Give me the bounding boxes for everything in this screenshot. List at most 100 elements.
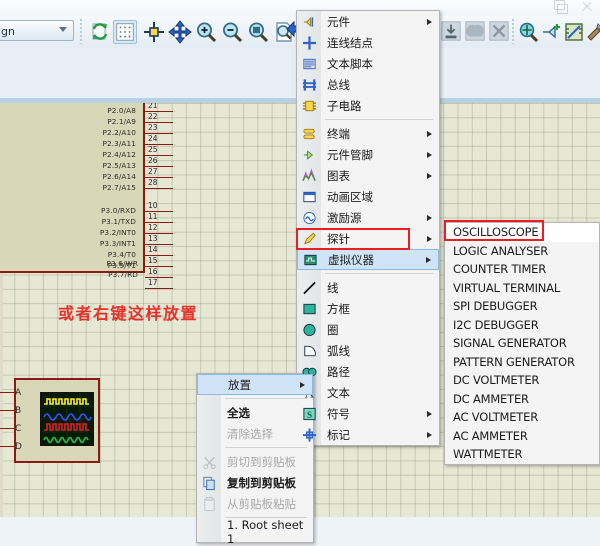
zoom-area-icon[interactable]	[246, 20, 270, 44]
menu-item-label: 激励源	[327, 210, 362, 225]
menu-item-label: PATTERN GENERATOR	[453, 354, 575, 369]
menu-item-label: 复制到剪贴板	[227, 475, 296, 490]
virtual-instrument-item-9[interactable]: DC AMMETER	[445, 390, 599, 409]
place-menu-item-13[interactable]: 方框	[297, 298, 439, 319]
context-menu-item-4[interactable]: 复制到剪贴板	[197, 472, 313, 493]
place-menu-item-2[interactable]: 文本脚本	[297, 53, 439, 74]
menu-item-label: 文本	[327, 385, 350, 400]
menu-item-label: 从剪贴板粘贴	[227, 496, 296, 511]
zoom-out-icon[interactable]	[220, 20, 244, 44]
place-menu-item-18[interactable]: S 符号	[297, 403, 439, 424]
design-selector[interactable]: se Design	[0, 20, 74, 41]
virtual-instrument-item-4[interactable]: SPI DEBUGGER	[445, 297, 599, 316]
submenu-arrow-icon	[427, 151, 432, 158]
pin-number: 12	[148, 223, 158, 232]
virtual-instrument-item-7[interactable]: PATTERN GENERATOR	[445, 353, 599, 372]
virtual-instrument-item-10[interactable]: AC VOLTMETER	[445, 408, 599, 427]
submenu-arrow-icon	[427, 172, 432, 179]
component-icon	[301, 13, 318, 30]
tools-icon[interactable]	[584, 20, 600, 44]
design-selector-value: se Design	[0, 25, 15, 38]
place-menu-item-11[interactable]: 虚拟仪器	[297, 249, 439, 270]
place-menu-item-12[interactable]: 线	[297, 277, 439, 298]
inspect-icon[interactable]	[516, 20, 540, 44]
virtual-instrument-item-8[interactable]: DC VOLTMETER	[445, 371, 599, 390]
pin-number: 28	[148, 178, 158, 187]
virtual-instrument-item-12[interactable]: WATTMETER	[445, 445, 599, 464]
pin-number: 26	[148, 156, 158, 165]
menu-icon	[201, 523, 218, 540]
virtual-instrument-item-3[interactable]: VIRTUAL TERMINAL	[445, 279, 599, 298]
submenu-arrow-icon	[427, 235, 432, 242]
menu-item-label: 方框	[327, 301, 350, 316]
restore-button[interactable]	[554, 0, 568, 14]
place-menu-item-16[interactable]: 路径	[297, 361, 439, 382]
pan-icon[interactable]	[168, 20, 192, 44]
toolbar-separator	[512, 19, 514, 44]
pin-number: 23	[148, 123, 158, 132]
highlight-box-oscilloscope	[444, 220, 544, 241]
chip-overflow-labels: P3.6/WR P3.7/RD	[0, 103, 145, 308]
place-menu-item-15[interactable]: 弧线	[297, 340, 439, 361]
context-menu-item-6[interactable]: 1. Root sheet 1	[197, 518, 313, 546]
chevron-down-icon	[59, 27, 67, 32]
place-menu-item-6[interactable]: 元件管脚	[297, 144, 439, 165]
menu-separator	[225, 447, 307, 448]
place-menu-item-3[interactable]: 总线	[297, 74, 439, 95]
context-menu-item-2: 清除选择	[197, 423, 313, 444]
chip-right-label: P3.6/WR	[106, 259, 138, 268]
menu-item-label: DC VOLTMETER	[453, 373, 540, 388]
virtual-instrument-item-5[interactable]: I2C DEBUGGER	[445, 316, 599, 335]
place-menu-item-17[interactable]: A文本	[297, 382, 439, 403]
grid-toggle-icon[interactable]	[113, 20, 137, 44]
context-menu-item-0[interactable]: 放置	[197, 374, 313, 395]
close-button[interactable]	[580, 0, 594, 13]
menu-item-label: SIGNAL GENERATOR	[453, 336, 567, 351]
highlight-box-virtual-instruments	[296, 228, 410, 250]
origin-icon[interactable]	[142, 20, 166, 44]
scissors-icon	[201, 453, 218, 470]
menu-item-label: 元件	[327, 14, 350, 29]
context-menu-item-1[interactable]: 全选	[197, 402, 313, 423]
menu-item-label: 终端	[327, 126, 350, 141]
virtual-instrument-item-6[interactable]: SIGNAL GENERATOR	[445, 334, 599, 353]
align-icon[interactable]	[440, 20, 464, 44]
pin-number: 16	[148, 267, 158, 276]
place-menu-item-7[interactable]: 图表	[297, 165, 439, 186]
virtual-instrument-item-2[interactable]: COUNTER TIMER	[445, 260, 599, 279]
pin-number: 14	[148, 245, 158, 254]
virtual-instruments-submenu[interactable]: OSCILLOSCOPE LOGIC ANALYSER COUNTER TIMER V…	[444, 222, 600, 465]
delete-icon[interactable]	[488, 20, 512, 44]
oscilloscope-terminal-label: D	[15, 442, 22, 452]
canvas-context-menu[interactable]: 放置全选清除选择剪切到剪贴板 复制到剪贴板 从剪贴板粘贴 1. Root sheet …	[196, 373, 314, 546]
place-menu-item-9[interactable]: 激励源	[297, 207, 439, 228]
virtual-instrument-item-11[interactable]: AC AMMETER	[445, 427, 599, 446]
netlist-icon[interactable]	[540, 20, 564, 44]
menu-item-label: WATTMETER	[453, 447, 523, 462]
menu-item-label: 剪切到剪贴板	[227, 454, 296, 469]
pcb-icon[interactable]	[562, 20, 586, 44]
menu-item-label: SPI DEBUGGER	[453, 299, 538, 314]
oscilloscope-component[interactable]: A B C D	[0, 378, 100, 463]
menu-item-label: COUNTER TIMER	[453, 262, 547, 277]
place-menu-item-0[interactable]: 元件	[297, 11, 439, 32]
refresh-icon[interactable]	[88, 20, 112, 44]
context-menu-item-3: 剪切到剪贴板	[197, 451, 313, 472]
pin-icon	[301, 146, 318, 163]
place-menu-item-1[interactable]: 连线结点	[297, 32, 439, 53]
oscilloscope-terminal-label: C	[15, 424, 22, 434]
menu-item-label: DC AMMETER	[453, 391, 529, 406]
shape-icon[interactable]	[464, 20, 488, 44]
place-menu-item-5[interactable]: 终端	[297, 123, 439, 144]
zoom-in-icon[interactable]	[194, 20, 218, 44]
place-menu-item-4[interactable]: 子电路	[297, 95, 439, 116]
virtual-instrument-item-1[interactable]: LOGIC ANALYSER	[445, 242, 599, 261]
menu-item-label: 圈	[327, 322, 339, 337]
place-menu-item-19[interactable]: 标记	[297, 424, 439, 445]
menu-item-label: VIRTUAL TERMINAL	[453, 280, 561, 295]
place-menu-item-14[interactable]: 圈	[297, 319, 439, 340]
menu-item-label: 标记	[327, 427, 350, 442]
menu-item-label: 清除选择	[227, 426, 273, 441]
context-menu-item-5: 从剪贴板粘贴	[197, 493, 313, 514]
place-menu-item-8[interactable]: 动画区域	[297, 186, 439, 207]
